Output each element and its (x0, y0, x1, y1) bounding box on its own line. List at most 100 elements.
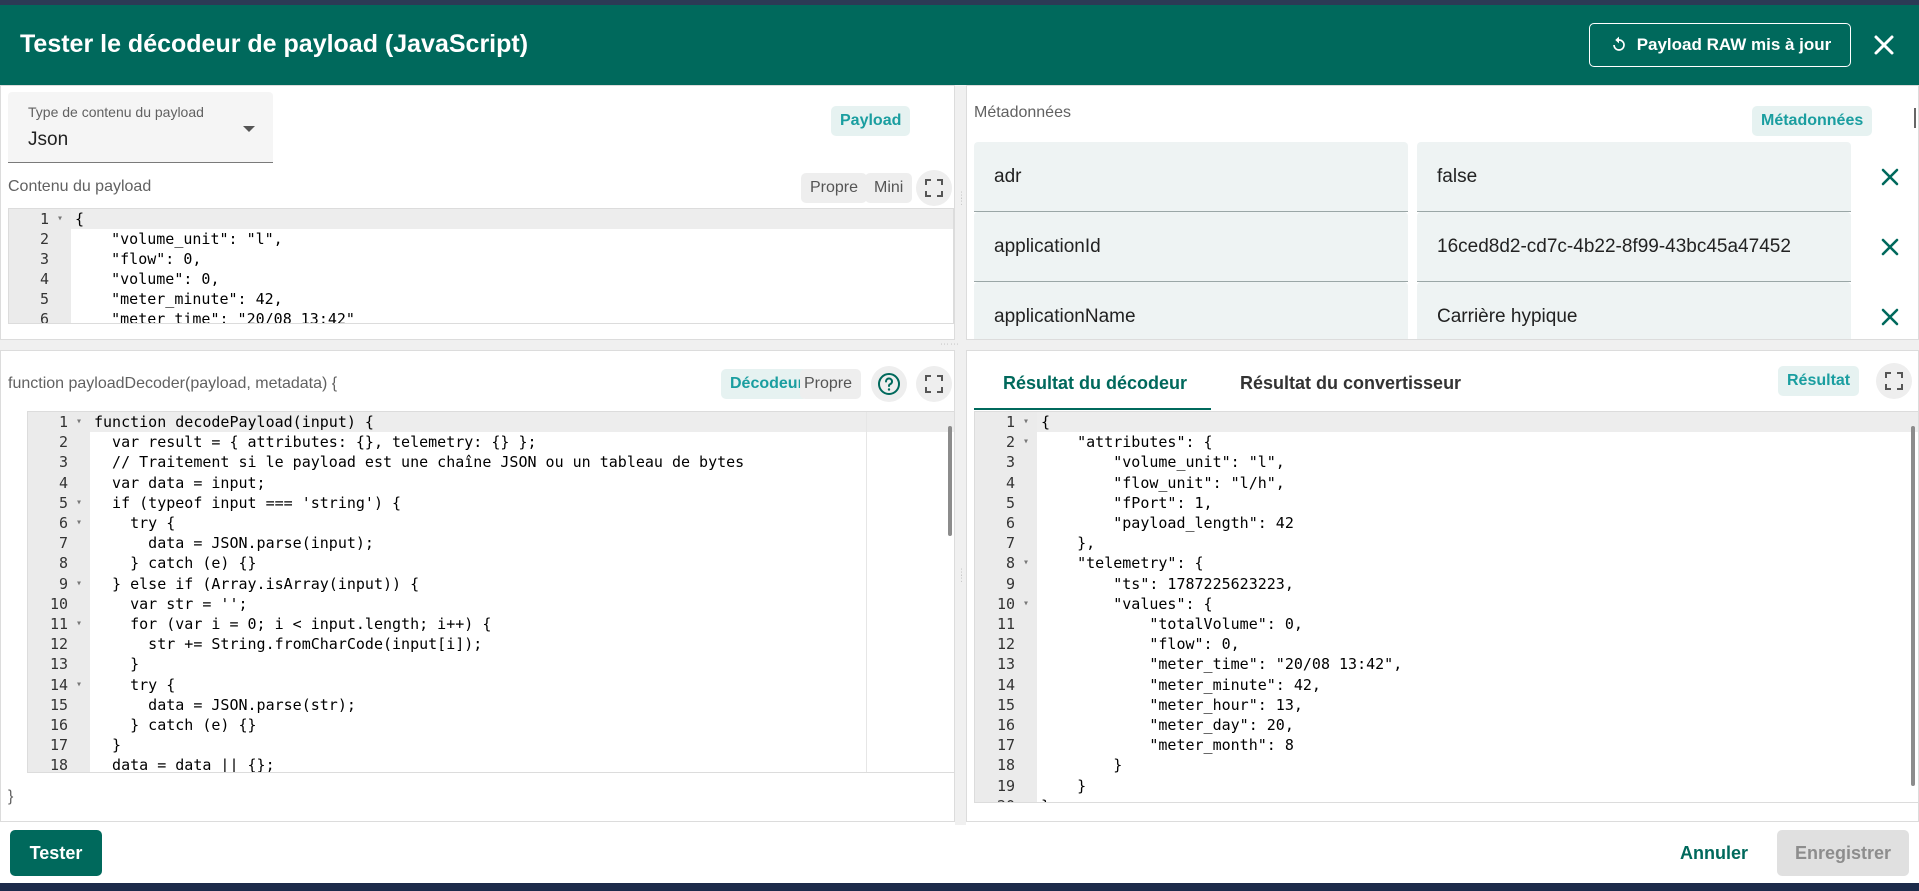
line-number: 7 (1005, 534, 1015, 553)
payload-content-type-value: Json (28, 129, 69, 150)
line-number: 11 (996, 615, 1015, 633)
result-editor[interactable]: 1 ▾ 2 ▾ 345 6 78 ▾ 910 ▾ 11 12131415 16 171819 20 { "a… (974, 411, 1919, 803)
line-number: 1 (1005, 413, 1015, 431)
payload-raw-updated-button[interactable]: Payload RAW mis à jour (1589, 23, 1851, 67)
remove-metadata-button[interactable] (1873, 160, 1907, 194)
fold-icon[interactable]: ▾ (1023, 557, 1029, 568)
code-line: "meter_minute": 42, (75, 290, 283, 308)
decoder-closing-brace: } (8, 788, 14, 805)
metadata-key-field[interactable]: applicationName (974, 282, 1408, 339)
close-button[interactable] (1866, 27, 1902, 63)
tab-decoder-result[interactable]: Résultat du décodeur (1003, 373, 1187, 394)
remove-metadata-button[interactable] (1873, 300, 1907, 334)
fullscreen-icon (1885, 372, 1903, 390)
code-line: } (94, 736, 122, 755)
payload-content-type-select[interactable]: Type de contenu du payload Json (8, 92, 273, 163)
splitter-grip-icon: ⋮ ⋮ (957, 568, 966, 584)
fold-icon[interactable]: ▾ (76, 416, 82, 427)
code-line: } (1041, 797, 1050, 802)
fold-icon[interactable]: ▾ (57, 213, 63, 224)
code-line: var data = input; (94, 473, 266, 492)
metadata-value-field[interactable]: false (1417, 142, 1851, 212)
line-number: 16 (996, 716, 1015, 734)
payload-fullscreen-button[interactable] (916, 170, 952, 206)
decoder-clean-button[interactable]: Propre (800, 369, 862, 399)
code-line: } catch (e) {} (94, 554, 257, 573)
code-line: "fPort": 1, (1041, 493, 1213, 512)
code-line: data = data || {}; (94, 756, 275, 773)
decoder-panel: function payloadDecoder(payload, metadat… (0, 350, 955, 822)
save-button[interactable]: Enregistrer (1777, 830, 1909, 876)
fold-icon[interactable]: ▾ (76, 618, 82, 629)
fold-icon[interactable]: ▾ (1023, 436, 1029, 447)
code-line: try { (94, 675, 176, 694)
code-line: } (94, 655, 140, 674)
metadata-panel: Métadonnées Métadonnées adr false applic… (966, 85, 1919, 340)
line-number: 3 (39, 250, 49, 268)
line-number: 2 (39, 230, 49, 248)
tab-converter-result[interactable]: Résultat du convertisseur (1240, 373, 1461, 394)
code-line: "meter_minute": 42, (1041, 675, 1321, 694)
code-line: "values": { (1041, 594, 1213, 613)
active-tab-indicator (974, 408, 1211, 410)
code-line: } (1041, 776, 1087, 795)
payload-clean-button[interactable]: Propre (801, 173, 868, 203)
code-line: for (var i = 0; i < input.length; i++) { (94, 615, 492, 633)
line-number: 16 (49, 716, 68, 734)
code-line: str += String.fromCharCode(input[i]); (94, 635, 483, 654)
remove-metadata-button[interactable] (1873, 230, 1907, 264)
metadata-label: Métadonnées (974, 104, 1071, 121)
splitter-grip-icon: ⋯⋯ (940, 340, 960, 350)
line-number: 13 (49, 655, 68, 674)
code-line: { (75, 210, 85, 228)
payload-editor[interactable]: 1 ▾ 2 3 4 5 6 { "volume_unit": "l", "flo… (8, 208, 954, 324)
decoder-scrollbar[interactable] (948, 426, 952, 536)
fold-icon[interactable]: ▾ (76, 578, 82, 589)
metadata-scrollbar[interactable] (1914, 108, 1916, 128)
line-number: 5 (39, 290, 49, 308)
code-line: "volume_unit": "l", (1041, 453, 1285, 472)
help-button[interactable] (871, 366, 907, 402)
code-line: "meter_day": 20, (1041, 716, 1294, 734)
line-number: 14 (49, 675, 68, 694)
fold-icon[interactable]: ▾ (76, 679, 82, 690)
fold-icon[interactable]: ▾ (76, 517, 82, 528)
fold-icon[interactable]: ▾ (1023, 416, 1029, 427)
line-number: 3 (58, 453, 68, 472)
result-gutter: 1 ▾ 2 ▾ 345 6 78 ▾ 910 ▾ 11 12131415 16 171819 20 (975, 412, 1037, 802)
close-icon (1874, 35, 1894, 55)
decoder-gutter: 1 ▾ 2 3 4 5 ▾ 6 ▾ 7 8 9 ▾ 10 11 ▾ 12 13 14 ▾ 15 16 17 18 (28, 412, 90, 772)
line-number: 6 (39, 310, 49, 324)
line-number: 10 (49, 594, 68, 613)
decoder-fullscreen-button[interactable] (916, 366, 952, 402)
code-line: "flow": 0, (1041, 635, 1240, 654)
payload-badge: Payload (831, 106, 911, 136)
fullscreen-icon (925, 179, 943, 197)
close-icon (1881, 308, 1899, 326)
cancel-button[interactable]: Annuler (1680, 835, 1748, 871)
metadata-value-field[interactable]: 16ced8d2-cd7c-4b22-8f99-43bc45a47452 (1417, 212, 1851, 282)
dialog-header: Tester le décodeur de payload (JavaScrip… (0, 5, 1919, 85)
code-line: } (1041, 756, 1123, 775)
active-line-highlight (975, 412, 1918, 432)
desktop-taskbar-strip (0, 883, 1919, 891)
line-number: 14 (996, 675, 1015, 694)
payload-mini-button[interactable]: Mini (865, 173, 913, 203)
result-scrollbar[interactable] (1911, 426, 1915, 786)
result-fullscreen-button[interactable] (1876, 363, 1912, 399)
metadata-value-field[interactable]: Carrière hypique (1417, 282, 1851, 339)
test-decoder-dialog: Tester le décodeur de payload (JavaScrip… (0, 5, 1919, 883)
code-line: "flow_unit": "l/h", (1041, 473, 1285, 492)
metadata-key-field[interactable]: applicationId (974, 212, 1408, 282)
decoder-editor[interactable]: 1 ▾ 2 3 4 5 ▾ 6 ▾ 7 8 9 ▾ 10 11 ▾ 12 13 14 ▾ 15 16 17 18 functi… (27, 411, 955, 773)
code-line: "volume": 0, (75, 270, 220, 288)
line-number: 18 (49, 756, 68, 773)
test-button[interactable]: Tester (10, 830, 102, 876)
refresh-icon (1612, 36, 1625, 51)
fold-icon[interactable]: ▾ (76, 497, 82, 508)
fold-icon[interactable]: ▾ (1023, 598, 1029, 609)
line-number: 4 (58, 473, 68, 492)
code-line: "meter_time": "20/08 13:42" (75, 310, 355, 324)
line-number: 6 (58, 514, 68, 532)
metadata-key-field[interactable]: adr (974, 142, 1408, 212)
